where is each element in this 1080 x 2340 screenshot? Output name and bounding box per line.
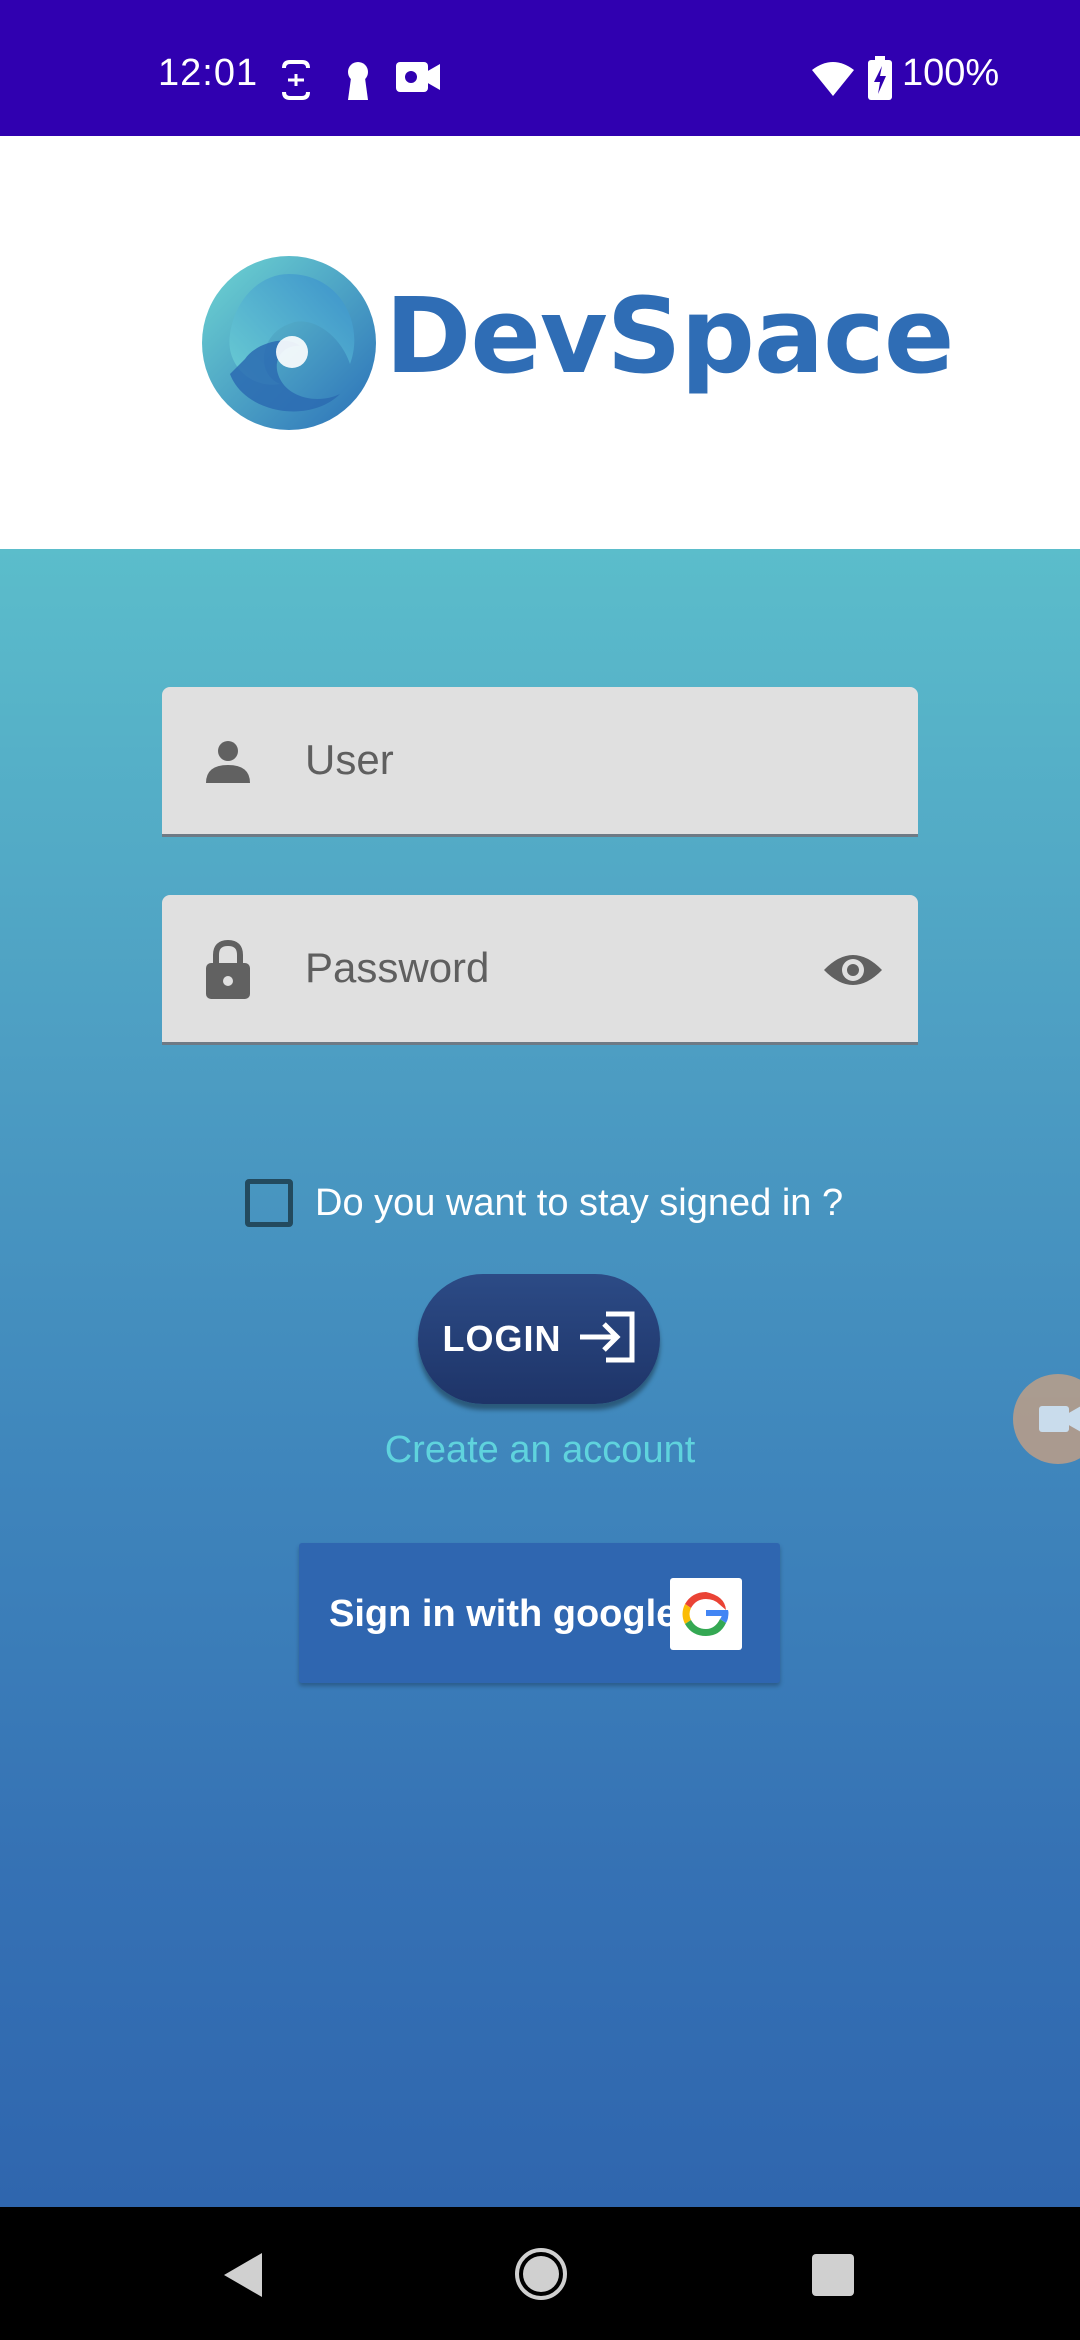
password-placeholder: Password: [305, 944, 490, 991]
username-placeholder: User: [305, 736, 394, 783]
video-camera-icon: [396, 60, 440, 99]
lock-icon: [204, 939, 252, 1004]
devspace-logo-icon: [200, 254, 378, 437]
floating-record-bubble[interactable]: [1013, 1374, 1080, 1464]
wifi-icon: [812, 62, 854, 101]
home-icon[interactable]: [514, 2247, 568, 2306]
face-unlock-icon: [280, 60, 312, 105]
keyhole-icon: [344, 60, 372, 105]
password-field[interactable]: Password: [162, 895, 918, 1045]
login-button-label: LOGIN: [442, 1318, 562, 1359]
logo-wordmark: DevSpace: [385, 275, 954, 397]
login-panel: User Password Do you want to stay signed…: [0, 549, 1080, 2207]
google-g-icon: [670, 1578, 742, 1650]
logo-header: DevSpace: [0, 136, 1080, 549]
status-time: 12:01: [158, 52, 259, 94]
username-field[interactable]: User: [162, 687, 918, 837]
google-signin-button[interactable]: Sign in with google: [299, 1543, 780, 1683]
battery-percentage: 100%: [902, 52, 1000, 94]
google-signin-label: Sign in with google: [329, 1593, 678, 1635]
stay-signed-in-checkbox[interactable]: [245, 1179, 293, 1227]
eye-icon[interactable]: [822, 950, 884, 995]
system-nav-bar: [0, 2207, 1080, 2340]
status-bar: 12:01 100%: [0, 0, 1080, 136]
stay-signed-in[interactable]: Do you want to stay signed in ?: [245, 1177, 843, 1229]
create-account-link[interactable]: Create an account: [0, 1429, 1080, 1472]
recents-icon[interactable]: [811, 2253, 855, 2302]
back-icon[interactable]: [222, 2251, 266, 2304]
login-button[interactable]: LOGIN: [418, 1274, 660, 1404]
battery-charging-icon: [868, 56, 892, 105]
login-arrow-icon: [578, 1311, 636, 1368]
stay-signed-in-label: Do you want to stay signed in ?: [315, 1181, 844, 1224]
person-icon: [204, 737, 252, 790]
